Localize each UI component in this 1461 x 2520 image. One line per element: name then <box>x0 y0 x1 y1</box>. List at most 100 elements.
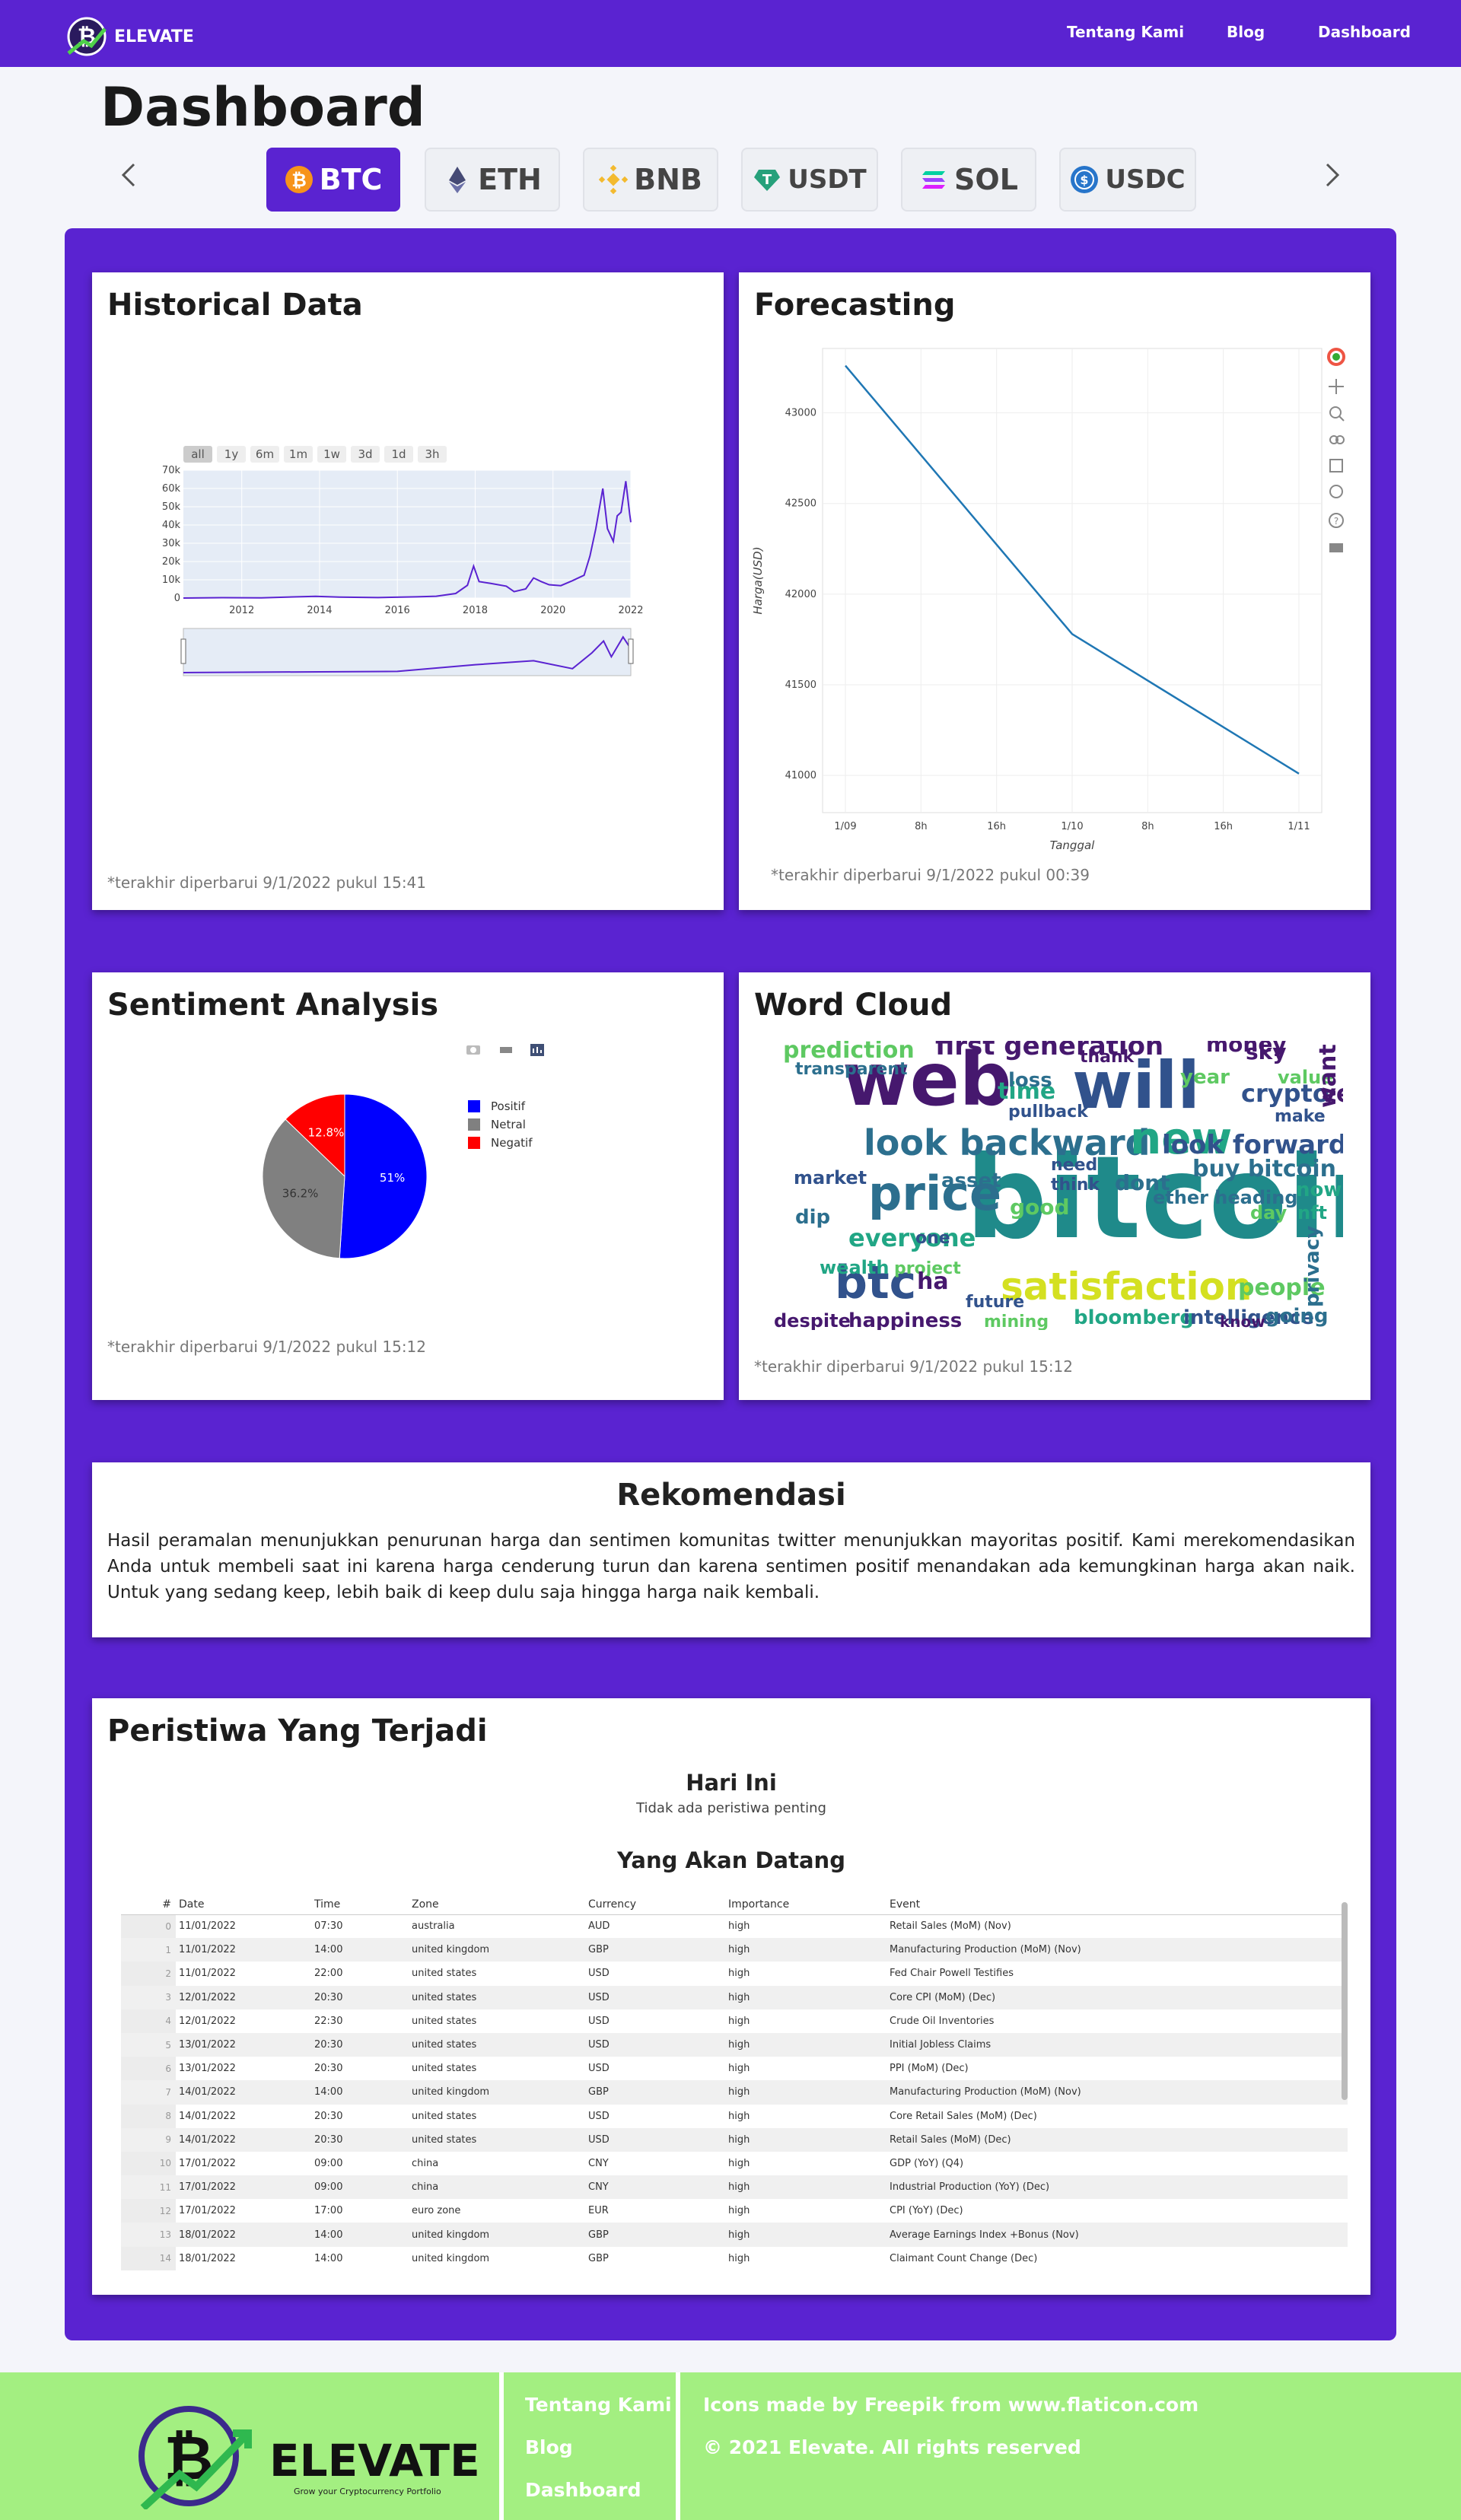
column-header-index[interactable]: # <box>121 1895 176 1915</box>
nav-link-dashboard[interactable]: Dashboard <box>1318 23 1411 41</box>
table-row[interactable]: 12 17/01/2022 17:00 euro zone EUR high CPI (Yo… <box>121 2199 1348 2223</box>
y-tick-label: 0 <box>174 593 180 604</box>
range-slider-handle[interactable] <box>180 638 186 664</box>
hover-icon[interactable] <box>1329 543 1343 552</box>
table-row[interactable]: 10 17/01/2022 09:00 china CNY high GDP (YoY) (… <box>121 2151 1348 2176</box>
coin-tab-usdt[interactable]: T USDT <box>741 148 878 212</box>
table-cell: Industrial Production (YoY) (Dec) <box>886 2175 1348 2200</box>
range-button-3h[interactable]: 3h <box>418 446 447 463</box>
chevron-right-icon[interactable] <box>1316 160 1347 190</box>
word-cloud-word: despite <box>774 1310 851 1330</box>
nav-link-blog[interactable]: Blog <box>1227 23 1265 41</box>
historical-price-chart[interactable]: 0 10k 20k 30k 40k 50k 60k 70k 2012 2014 2016 2018 20… <box>92 463 724 683</box>
forecast-chart[interactable]: 1/09 8h 16h 1/10 8h 16h 1/11 41000 41500 42000 425… <box>739 341 1370 858</box>
table-row[interactable]: 8 14/01/2022 20:30 united states USD high Core… <box>121 2104 1348 2128</box>
zoom-icon[interactable] <box>1329 406 1345 422</box>
word-cloud-word: good <box>1010 1195 1070 1220</box>
footer-divider <box>499 2372 504 2520</box>
table-scrollbar[interactable] <box>1342 1902 1348 2100</box>
range-button-3d[interactable]: 3d <box>351 446 380 463</box>
table-row[interactable]: 1 11/01/2022 14:00 united kingdom GBP high Man… <box>121 1938 1348 1962</box>
legend-label[interactable]: Positif <box>491 1099 526 1113</box>
sentiment-pie-chart[interactable]: 51% 36.2% 12.8% Positif Netral Negatif <box>92 1071 724 1300</box>
column-header-importance[interactable]: Importance <box>725 1895 886 1915</box>
table-cell: high <box>728 2252 750 2264</box>
table-row[interactable]: 13 18/01/2022 14:00 united kingdom GBP high Av… <box>121 2222 1348 2247</box>
footer-link-dashboard[interactable]: Dashboard <box>525 2479 641 2501</box>
bokeh-logo-icon <box>1327 348 1345 366</box>
footer-link-tentang-kami[interactable]: Tentang Kami <box>525 2394 672 2416</box>
box-zoom-icon[interactable] <box>1329 435 1345 444</box>
coin-tab-eth[interactable]: ETH <box>425 148 560 212</box>
autoscale-icon[interactable] <box>500 1047 512 1053</box>
range-slider-handle[interactable] <box>628 638 634 664</box>
table-cell: 14:00 <box>311 2222 409 2247</box>
table-cell: 17/01/2022 <box>176 2175 311 2200</box>
legend-label[interactable]: Netral <box>491 1118 526 1131</box>
y-tick-label: 10k <box>162 574 181 586</box>
x-tick-label: 1/10 <box>1061 821 1083 832</box>
today-text: Tidak ada peristiwa penting <box>636 1800 826 1816</box>
plotly-logo-icon[interactable] <box>530 1044 544 1056</box>
word-cloud-word: going <box>1265 1305 1329 1328</box>
tether-icon: T <box>754 170 781 191</box>
coin-tab-usdc[interactable]: $ USDC <box>1059 148 1196 212</box>
coin-label: USDC <box>1105 164 1186 195</box>
range-button-1w[interactable]: 1w <box>317 446 346 463</box>
column-header-time[interactable]: Time <box>311 1895 409 1915</box>
range-button-all[interactable]: all <box>183 446 212 463</box>
table-row[interactable]: 14 18/01/2022 14:00 united kingdom GBP high Cl… <box>121 2246 1348 2270</box>
reset-icon[interactable] <box>1329 485 1343 498</box>
column-header-zone[interactable]: Zone <box>409 1895 585 1915</box>
table-row[interactable]: 9 14/01/2022 20:30 united states USD high Reta… <box>121 2127 1348 2152</box>
legend-swatch[interactable] <box>468 1137 480 1149</box>
table-row[interactable]: 0 11/01/2022 07:30 australia AUD high Retail S… <box>121 1914 1348 1939</box>
camera-icon[interactable] <box>466 1045 480 1055</box>
nav-link-tentang-kami[interactable]: Tentang Kami <box>1067 23 1184 41</box>
legend-swatch[interactable] <box>468 1118 480 1131</box>
word-cloud-word: dont <box>1115 1170 1170 1195</box>
today-title: Hari Ini <box>686 1770 777 1796</box>
row-index: 13 <box>121 2222 176 2247</box>
table-cell: PPI (MoM) (Dec) <box>890 2063 969 2075</box>
x-tick-label: 1/09 <box>834 821 856 832</box>
table-row[interactable]: 2 11/01/2022 22:00 united states USD high Fed … <box>121 1962 1348 1986</box>
word-cloud-word: privacy <box>1301 1226 1324 1307</box>
legend-label[interactable]: Negatif <box>491 1136 533 1150</box>
range-button-1y[interactable]: 1y <box>217 446 246 463</box>
x-tick-label: 8h <box>1141 821 1154 832</box>
table-cell: high <box>728 2157 750 2169</box>
table-row[interactable]: 4 12/01/2022 22:30 united states USD high Crud… <box>121 2009 1348 2033</box>
range-button-1d[interactable]: 1d <box>384 446 413 463</box>
table-cell: united kingdom <box>409 2222 585 2247</box>
range-button-1m[interactable]: 1m <box>284 446 313 463</box>
table-row[interactable]: 7 14/01/2022 14:00 united kingdom GBP high Man… <box>121 2080 1348 2105</box>
coin-tab-btc[interactable]: ₿ BTC <box>266 148 400 212</box>
range-slider[interactable] <box>183 628 632 676</box>
table-cell: 12/01/2022 <box>176 1985 311 2009</box>
table-row[interactable]: 3 12/01/2022 20:30 united states USD high Core… <box>121 1985 1348 2009</box>
pie-slice-label: 51% <box>380 1171 405 1185</box>
brand[interactable]: ₿ ELEVATE <box>64 15 194 58</box>
pan-icon[interactable] <box>1329 379 1344 394</box>
word-cloud-word: future <box>966 1293 1024 1312</box>
table-row[interactable]: 11 17/01/2022 09:00 china CNY high Industrial … <box>121 2175 1348 2200</box>
legend-swatch[interactable] <box>468 1100 480 1112</box>
save-icon[interactable] <box>1329 459 1343 473</box>
chart-toolbar <box>466 1044 544 1056</box>
table-row[interactable]: 6 13/01/2022 20:30 united states USD high PPI … <box>121 2057 1348 2081</box>
coin-tab-bnb[interactable]: BNB <box>583 148 718 212</box>
column-header-date[interactable]: Date <box>176 1895 311 1915</box>
word-cloud-word: everyone <box>848 1223 976 1252</box>
column-header-currency[interactable]: Currency <box>585 1895 725 1915</box>
y-tick-label: 41000 <box>785 770 816 781</box>
table-row[interactable]: 5 13/01/2022 20:30 united states USD high Init… <box>121 2032 1348 2057</box>
help-icon[interactable]: ? <box>1329 513 1344 528</box>
column-header-event[interactable]: Event <box>886 1895 1348 1915</box>
coin-tab-sol[interactable]: SOL <box>901 148 1036 212</box>
binance-icon <box>599 165 629 194</box>
footer-link-blog[interactable]: Blog <box>525 2436 573 2458</box>
range-button-6m[interactable]: 6m <box>250 446 279 463</box>
chevron-left-icon[interactable] <box>114 160 145 190</box>
x-tick-label: 8h <box>915 821 928 832</box>
